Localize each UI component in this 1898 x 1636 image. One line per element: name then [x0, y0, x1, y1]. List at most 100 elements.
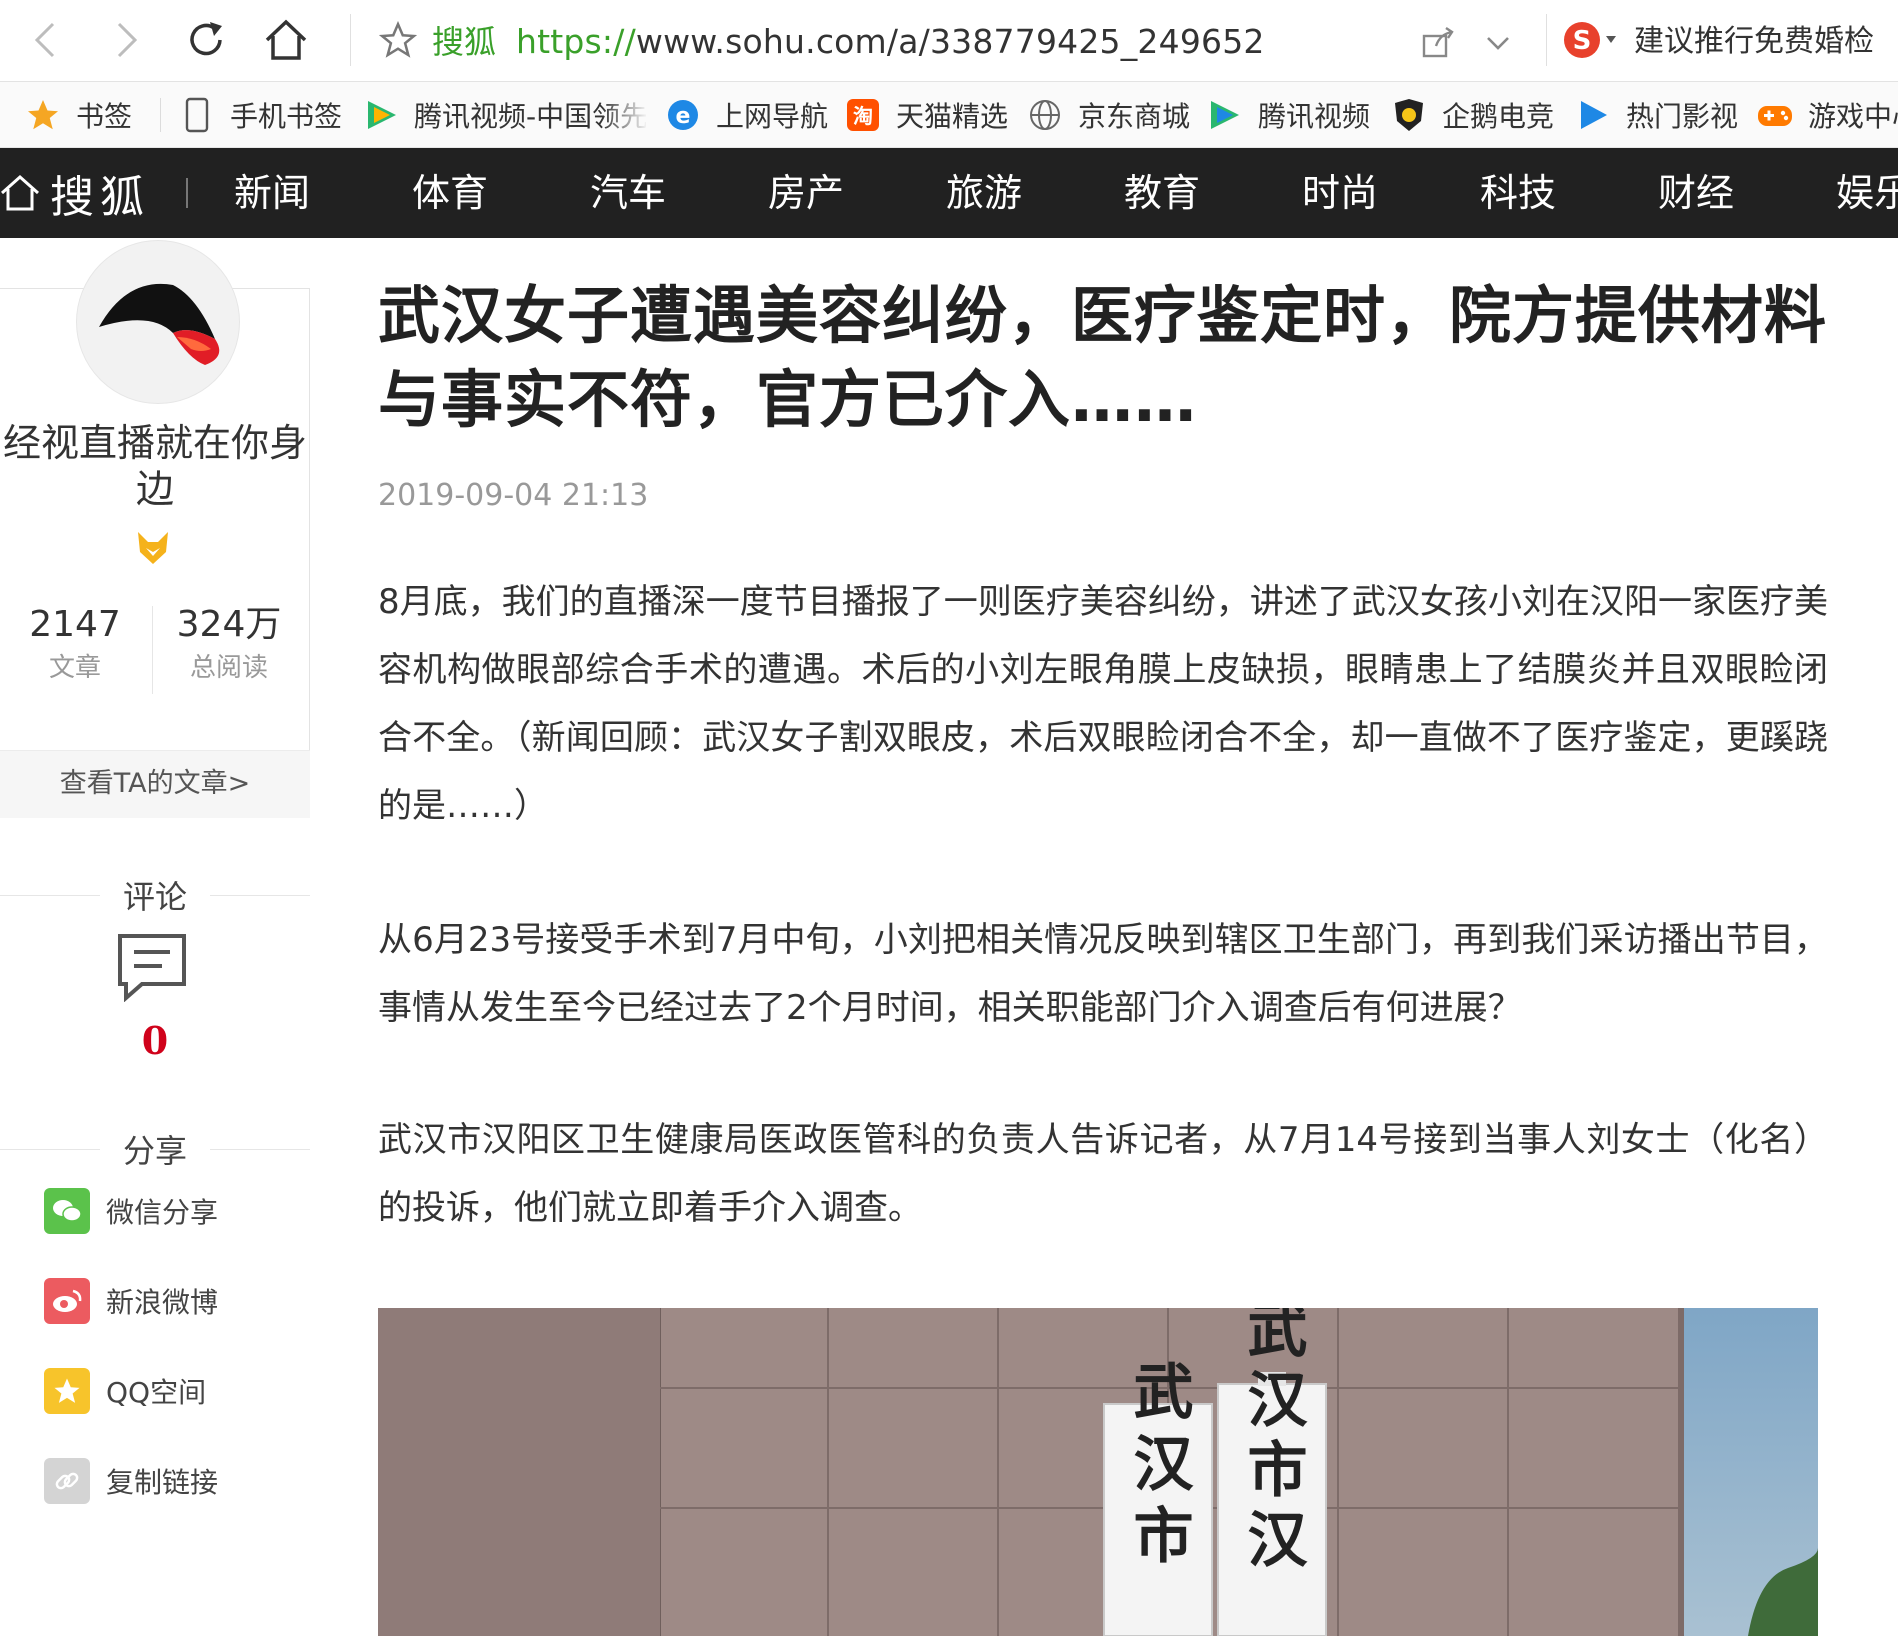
- refresh-icon[interactable]: [180, 14, 232, 66]
- bookmark-label: 上网导航: [716, 100, 829, 133]
- bookmarks-bar: 书签 手机书签 腾讯视频-中国领先 e 上网导航 淘 天猫精选 京东商城 腾讯视…: [0, 82, 1898, 148]
- comment-count: 0: [141, 1018, 169, 1063]
- tmall-icon: 淘: [844, 96, 882, 134]
- nav-item-news[interactable]: 新闻: [234, 148, 310, 238]
- bookmark-item[interactable]: 游戏中心: [1756, 82, 1898, 147]
- svg-text:淘: 淘: [853, 104, 873, 128]
- article-count-value: 2147: [29, 604, 121, 645]
- promo-link[interactable]: 建议推行免费婚检: [1634, 20, 1874, 64]
- bookmark-separator: [160, 98, 161, 132]
- nav-item-education[interactable]: 教育: [1124, 148, 1200, 238]
- total-reads-label: 总阅读: [189, 653, 268, 683]
- url-path: www.sohu.com/a/338779425_249652: [635, 22, 1265, 61]
- wechat-icon: [44, 1188, 90, 1234]
- article-paragraph: 8月底，我们的直播深一度节目播报了一则医疗美容纠纷，讲述了武汉女孩小刘在汉阳一家…: [378, 582, 1828, 826]
- nav-item-entertainment[interactable]: 娱乐: [1836, 148, 1898, 238]
- share-title: 分享: [0, 1126, 310, 1172]
- view-author-articles-link[interactable]: 查看TA的文章>: [0, 750, 310, 818]
- star-icon: [24, 96, 62, 134]
- share-label: 复制链接: [106, 1466, 219, 1499]
- globe-icon: [1026, 96, 1064, 134]
- qzone-icon: [44, 1368, 90, 1414]
- share-label: QQ空间: [106, 1376, 207, 1409]
- sohu-logo[interactable]: 搜狐: [0, 148, 150, 238]
- bookmark-item[interactable]: 腾讯视频-中国领先: [364, 82, 646, 147]
- bookmark-label: 游戏中心: [1808, 100, 1898, 133]
- toolbar-separator: [1546, 14, 1547, 66]
- fox-badge-icon: [134, 528, 172, 568]
- home-icon: [1, 174, 39, 211]
- bookmark-label: 京东商城: [1078, 100, 1191, 133]
- author-stats: 2147 文章 324万 总阅读: [0, 600, 310, 700]
- total-reads: 324万 总阅读: [154, 600, 304, 686]
- sogou-search-icon[interactable]: S: [1560, 18, 1624, 62]
- bookmark-label: 天猫精选: [896, 100, 1009, 133]
- bookmark-star-icon[interactable]: [376, 18, 420, 62]
- svg-text:S: S: [1573, 26, 1592, 56]
- article-paragraph: 武汉市汉阳区卫生健康局医政医管科的负责人告诉记者，从7月14号接到当事人刘女士（…: [378, 1120, 1828, 1228]
- link-icon: [44, 1458, 90, 1504]
- share-label: 新浪微博: [106, 1286, 219, 1319]
- comment-icon[interactable]: [116, 932, 188, 1003]
- bookmark-item[interactable]: 企鹅电竞: [1390, 82, 1555, 147]
- url-input[interactable]: https://www.sohu.com/a/338779425_249652: [516, 20, 1265, 64]
- gamepad-icon: [1756, 96, 1794, 134]
- ie-icon: e: [664, 96, 702, 134]
- share-copy-link[interactable]: 复制链接: [44, 1456, 218, 1506]
- chevron-down-icon[interactable]: [1480, 24, 1516, 60]
- tencent-video-icon: [1206, 96, 1244, 134]
- nav-item-sports[interactable]: 体育: [412, 148, 488, 238]
- author-name[interactable]: 经视直播就在你身边: [0, 420, 310, 512]
- play-icon: [1574, 96, 1612, 134]
- share-qzone[interactable]: QQ空间: [44, 1366, 206, 1416]
- phone-icon: [178, 96, 216, 134]
- weibo-icon: [44, 1278, 90, 1324]
- bookmark-item[interactable]: e 上网导航: [664, 82, 829, 147]
- nav-item-auto[interactable]: 汽车: [590, 148, 666, 238]
- back-icon[interactable]: [20, 14, 72, 66]
- bookmark-label: 热门影视: [1626, 100, 1739, 133]
- bookmark-item[interactable]: 京东商城: [1026, 82, 1191, 147]
- bookmark-item[interactable]: 热门影视: [1574, 82, 1739, 147]
- nav-item-finance[interactable]: 财经: [1658, 148, 1734, 238]
- share-icon[interactable]: [1420, 24, 1456, 60]
- bookmark-label: 手机书签: [230, 100, 343, 133]
- article-paragraph: 从6月23号接受手术到7月中旬，小刘把相关情况反映到辖区卫生部门，再到我们采访播…: [378, 920, 1828, 1028]
- share-wechat[interactable]: 微信分享: [44, 1186, 218, 1236]
- browser-toolbar: 搜狐 https://www.sohu.com/a/338779425_2496…: [0, 0, 1898, 82]
- bookmark-item[interactable]: 手机书签: [178, 82, 343, 147]
- forward-icon[interactable]: [100, 14, 152, 66]
- bookmark-label: 腾讯视频-中国领先: [414, 100, 646, 133]
- share-weibo[interactable]: 新浪微博: [44, 1276, 218, 1326]
- bookmark-label: 企鹅电竞: [1442, 100, 1555, 133]
- share-label: 微信分享: [106, 1196, 219, 1229]
- article-time: 2019-09-04 21:13: [378, 478, 649, 513]
- author-avatar[interactable]: [76, 240, 240, 404]
- article-count: 2147 文章: [0, 600, 150, 686]
- total-reads-value: 324万: [176, 604, 282, 645]
- stat-separator: [152, 606, 153, 694]
- image-sign-left: 武汉市: [1123, 1360, 1193, 1576]
- nav-item-fashion[interactable]: 时尚: [1302, 148, 1378, 238]
- svg-text:e: e: [676, 104, 691, 129]
- home-icon[interactable]: [260, 14, 312, 66]
- bookmark-item[interactable]: 淘 天猫精选: [844, 82, 1009, 147]
- address-separator: [350, 14, 351, 66]
- comments-title: 评论: [0, 872, 310, 918]
- logo-text: 搜狐: [50, 172, 150, 223]
- site-tag: 搜狐: [432, 23, 497, 61]
- url-protocol: https://: [516, 22, 636, 61]
- bookmark-label: 腾讯视频: [1258, 100, 1371, 133]
- tencent-video-icon: [364, 96, 400, 134]
- image-sign-right: 武汉市汉: [1237, 1308, 1307, 1578]
- nav-item-realestate[interactable]: 房产: [768, 148, 844, 238]
- nav-item-travel[interactable]: 旅游: [946, 148, 1022, 238]
- bookmark-item[interactable]: 书签: [24, 82, 132, 147]
- site-nav: 搜狐 新闻 体育 汽车 房产 旅游 教育 时尚 科技 财经 娱乐: [0, 148, 1898, 238]
- nav-item-tech[interactable]: 科技: [1480, 148, 1556, 238]
- logo-separator: [186, 178, 188, 208]
- article-image[interactable]: 武汉市 武汉市汉: [378, 1308, 1818, 1636]
- article-title: 武汉女子遭遇美容纠纷，医疗鉴定时，院方提供材料与事实不符，官方已介入……: [378, 279, 1828, 436]
- article-count-label: 文章: [48, 653, 101, 683]
- bookmark-item[interactable]: 腾讯视频: [1206, 82, 1371, 147]
